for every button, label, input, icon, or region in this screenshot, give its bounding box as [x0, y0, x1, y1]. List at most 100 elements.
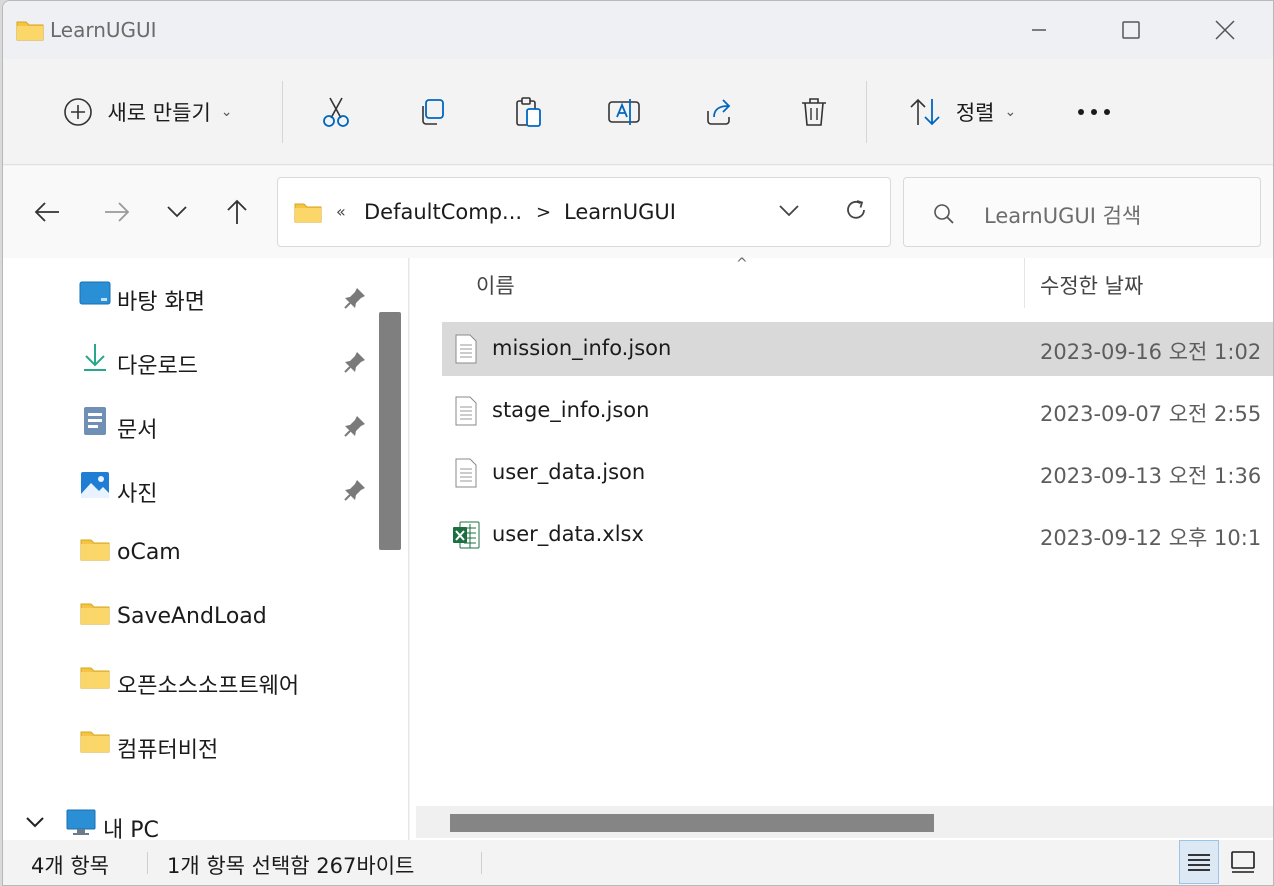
sidebar-item-label: 컴퓨터비전 — [117, 738, 219, 763]
sort-button[interactable]: 정렬 ⌄ — [897, 85, 1027, 139]
overflow-chevron[interactable]: « — [336, 202, 346, 221]
tiles-view-button[interactable] — [1223, 840, 1263, 884]
sidebar-item-desktop[interactable]: 바탕 화면 — [3, 264, 373, 324]
pictures-icon — [81, 472, 109, 498]
sidebar-item-documents[interactable]: 문서 — [3, 392, 373, 452]
folder-icon — [16, 21, 44, 41]
selection-info: 1개 항목 선택함 267바이트 — [167, 854, 415, 878]
more-options-button[interactable] — [1067, 85, 1121, 139]
up-button[interactable] — [213, 188, 261, 236]
divider — [147, 852, 148, 874]
file-name: user_data.json — [492, 460, 646, 484]
chevron-down-icon[interactable] — [778, 204, 800, 218]
new-label: 새로 만들기 — [107, 101, 211, 125]
address-bar[interactable]: « DefaultComp... > LearnUGUI — [277, 177, 891, 247]
search-input[interactable]: LearnUGUI 검색 — [984, 200, 1141, 230]
pin-icon[interactable] — [343, 478, 367, 502]
file-name: stage_info.json — [492, 398, 650, 422]
copy-icon — [422, 99, 444, 125]
sidebar-item-computervision[interactable]: 컴퓨터비전 — [3, 712, 373, 772]
computer-icon — [66, 809, 96, 835]
item-count: 4개 항목 — [31, 854, 109, 878]
sort-ascending-icon: ^ — [736, 256, 748, 272]
file-row[interactable]: user_data.json 2023-09-13 오전 1:36 — [442, 446, 1273, 500]
arrow-up-icon — [227, 199, 247, 224]
documents-icon — [84, 407, 106, 435]
divider — [481, 852, 482, 874]
sidebar-item-pictures[interactable]: 사진 — [3, 456, 373, 516]
more-icon — [1078, 109, 1110, 115]
cut-button[interactable] — [309, 85, 363, 139]
file-row[interactable]: stage_info.json 2023-09-07 오전 2:55 — [442, 384, 1273, 438]
sort-label: 정렬 — [955, 101, 995, 125]
search-box[interactable]: LearnUGUI 검색 — [903, 177, 1261, 247]
chevron-down-icon[interactable] — [25, 816, 45, 828]
json-file-icon — [455, 396, 477, 426]
sidebar-item-label: 문서 — [117, 418, 158, 443]
sidebar-item-label: oCam — [117, 540, 181, 565]
trash-icon — [802, 98, 826, 126]
scrollbar-thumb[interactable] — [450, 814, 934, 832]
pin-icon[interactable] — [343, 350, 367, 374]
file-row[interactable]: mission_info.json 2023-09-16 오전 1:02 — [442, 322, 1273, 376]
rename-button[interactable] — [597, 85, 651, 139]
navigation-bar: « DefaultComp... > LearnUGUI LearnUGUI 검… — [3, 166, 1273, 258]
new-button[interactable]: 새로 만들기 ⌄ — [43, 85, 253, 139]
chevron-down-icon: ⌄ — [1004, 104, 1017, 120]
sidebar-item-ocam[interactable]: oCam — [3, 520, 373, 580]
recent-locations-button[interactable] — [153, 188, 201, 236]
delete-button[interactable] — [787, 85, 841, 139]
sidebar-item-opensource[interactable]: 오픈소스소프트웨어 — [3, 648, 373, 708]
horizontal-scrollbar[interactable] — [416, 806, 1273, 838]
maximize-button[interactable] — [1085, 1, 1177, 59]
close-button[interactable] — [1179, 1, 1271, 59]
refresh-icon[interactable] — [844, 198, 868, 222]
column-divider[interactable] — [1024, 258, 1025, 308]
share-button[interactable] — [693, 85, 747, 139]
details-view-icon — [1188, 854, 1210, 871]
excel-file-icon — [453, 521, 480, 549]
folder-icon — [80, 539, 110, 561]
paste-icon — [516, 97, 541, 127]
json-file-icon — [455, 334, 477, 364]
sidebar-item-label: 사진 — [117, 482, 158, 507]
pin-icon[interactable] — [343, 414, 367, 438]
desktop-icon — [79, 281, 111, 305]
file-name: mission_info.json — [492, 336, 672, 360]
breadcrumb-defaultcomp[interactable]: DefaultComp... — [364, 200, 522, 224]
arrow-right-icon — [105, 202, 130, 222]
tiles-view-icon — [1231, 851, 1255, 873]
breadcrumb-learnugui[interactable]: LearnUGUI — [564, 200, 676, 224]
back-button[interactable] — [23, 188, 71, 236]
column-header-modified[interactable]: 수정한 날짜 — [1040, 270, 1143, 300]
file-date: 2023-09-12 오후 10:1 — [1040, 526, 1262, 550]
sidebar-item-saveandload[interactable]: SaveAndLoad — [3, 584, 373, 644]
file-name: user_data.xlsx — [492, 522, 644, 546]
forward-button[interactable] — [93, 188, 141, 236]
navigation-pane: 바탕 화면 다운로드 문서 사진 oCam SaveAndLoad 오픈소스소프… — [3, 258, 409, 843]
paste-button[interactable] — [501, 85, 555, 139]
copy-button[interactable] — [405, 85, 459, 139]
minimize-button[interactable] — [993, 1, 1085, 59]
status-bar: 4개 항목 1개 항목 선택함 267바이트 — [3, 840, 1273, 885]
json-file-icon — [455, 458, 477, 488]
window-title: LearnUGUI — [50, 18, 157, 42]
file-row[interactable]: user_data.xlsx 2023-09-12 오후 10:1 — [442, 508, 1273, 562]
download-icon — [84, 344, 106, 371]
sidebar-item-label: 바탕 화면 — [117, 290, 205, 315]
details-view-button[interactable] — [1179, 840, 1219, 884]
minimize-icon — [1032, 29, 1046, 31]
column-header-name[interactable]: 이름 — [476, 270, 515, 300]
close-icon — [1215, 20, 1235, 40]
file-explorer-window: LearnUGUI 새로 만들기 ⌄ 정렬 ⌄ « DefaultComp...… — [2, 0, 1274, 886]
plus-circle-icon — [64, 98, 93, 126]
pin-icon[interactable] — [343, 286, 367, 310]
sidebar-item-label: 다운로드 — [117, 354, 198, 379]
sidebar-scrollbar[interactable] — [379, 312, 401, 550]
divider — [866, 81, 867, 143]
file-date: 2023-09-07 오전 2:55 — [1040, 402, 1262, 426]
sidebar-item-downloads[interactable]: 다운로드 — [3, 328, 373, 388]
sidebar-item-label: SaveAndLoad — [117, 604, 267, 629]
sidebar-item-label: 오픈소스소프트웨어 — [117, 674, 300, 699]
breadcrumb-separator: > — [536, 202, 552, 223]
